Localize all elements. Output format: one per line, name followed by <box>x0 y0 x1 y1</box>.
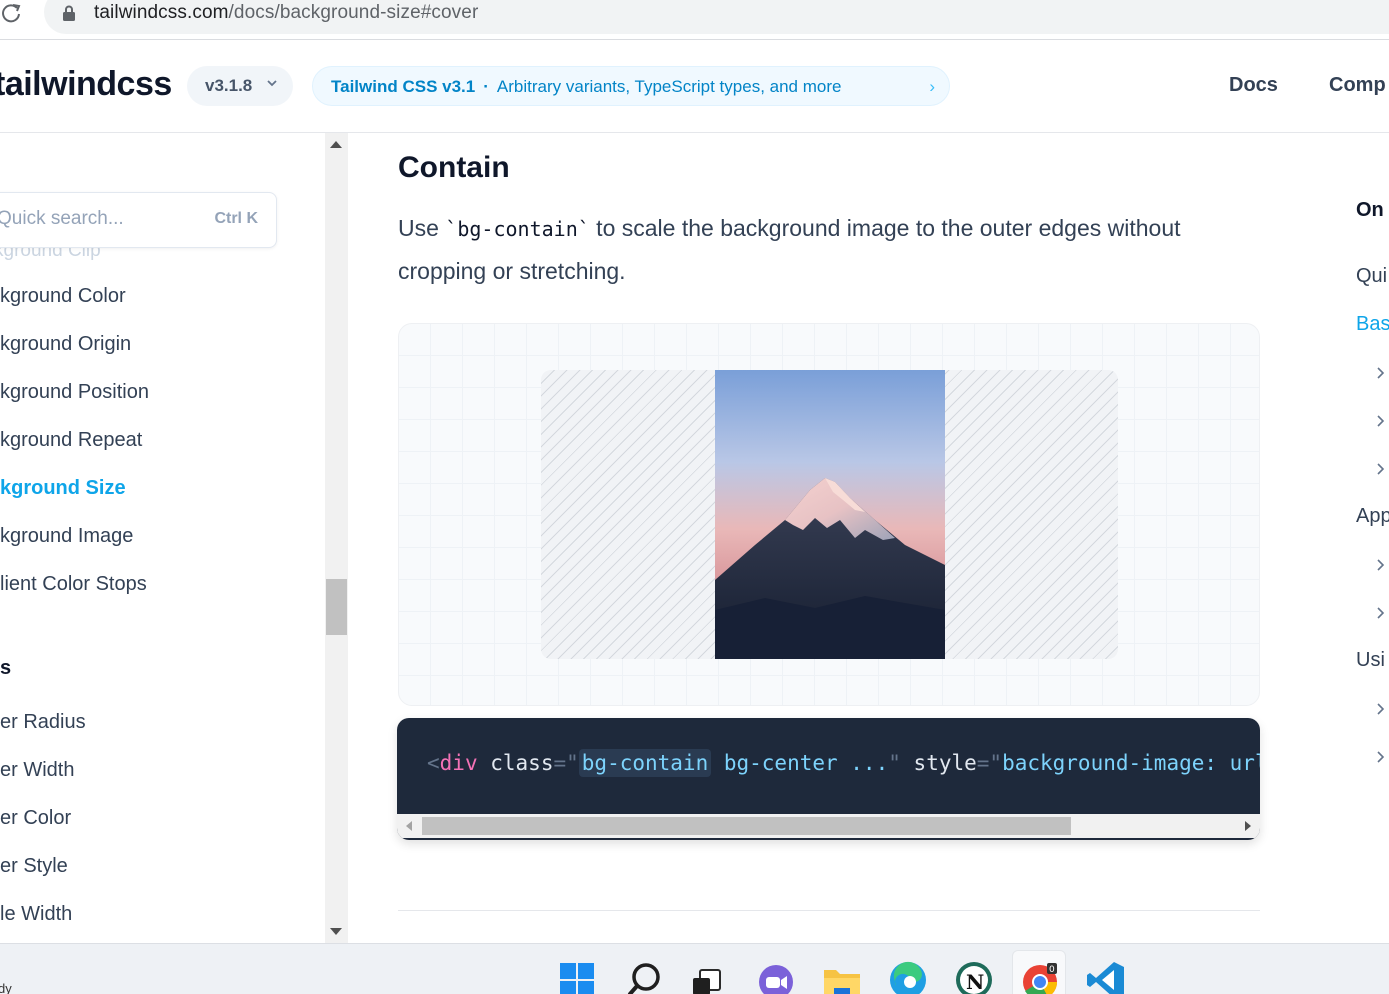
scroll-down-arrow-icon[interactable] <box>330 928 342 935</box>
lock-icon[interactable] <box>62 5 76 21</box>
code-scrollbar-thumb[interactable] <box>422 817 1071 835</box>
sidebar-section-heading: s <box>0 657 12 679</box>
teams-chat-icon[interactable] <box>756 958 796 994</box>
desc-text-before: Use <box>398 215 446 241</box>
code-line: <div class=" bg-contain bg-center ..." st… <box>427 749 1260 777</box>
code-attr-style: style <box>913 751 977 775</box>
chevron-right-icon[interactable] <box>1376 366 1386 380</box>
toc-item-using-custom-values[interactable]: Usi <box>1356 649 1385 672</box>
sidebar-item-border-color[interactable]: er Color <box>0 807 71 830</box>
chevron-right-icon[interactable] <box>1376 606 1386 620</box>
code-attr-class: class <box>490 751 554 775</box>
sidebar-item-border-style[interactable]: er Style <box>0 855 68 878</box>
code-eq: = <box>976 751 990 775</box>
toc-item-applying-conditionally[interactable]: App <box>1356 505 1389 528</box>
site-header: tailwindcss v3.1.8 Tailwind CSS v3.1 · Arb… <box>0 41 1389 133</box>
code-quote: " <box>989 751 1003 775</box>
code-eq: = <box>553 751 567 775</box>
sidebar-item-background-image[interactable]: kground Image <box>0 525 133 548</box>
url-path: /docs/background-size#cover <box>228 2 479 23</box>
browser-address-bar: tailwindcss.com/docs/background-size#cov… <box>0 0 1389 40</box>
code-horizontal-scrollbar[interactable] <box>397 814 1260 838</box>
announcement-title: Tailwind CSS v3.1 <box>331 77 476 96</box>
section-title: Contain <box>398 151 510 184</box>
sidebar-item-background-origin[interactable]: kground Origin <box>0 333 131 356</box>
section-divider <box>398 910 1260 911</box>
scrollbar-thumb[interactable] <box>326 579 347 635</box>
search-shortcut: Ctrl K <box>214 210 258 227</box>
url-text[interactable]: tailwindcss.com/docs/background-size#cov… <box>94 2 478 24</box>
code-tag: div <box>439 751 478 775</box>
announcement-separator: · <box>483 77 489 96</box>
file-explorer-icon[interactable] <box>822 958 862 994</box>
scroll-up-arrow-icon[interactable] <box>330 141 342 148</box>
section-description: Use `bg-contain` to scale the background… <box>398 207 1218 292</box>
chevron-down-icon <box>267 80 277 87</box>
sidebar-item-background-repeat[interactable]: kground Repeat <box>0 429 142 452</box>
status-text: dy <box>0 981 12 994</box>
sidebar-item-border-radius[interactable]: er Radius <box>0 711 86 734</box>
notion-icon[interactable]: N <box>954 958 994 994</box>
sidebar-item-divide-width[interactable]: le Width <box>0 903 72 926</box>
toc-item-basic-usage[interactable]: Bas <box>1356 313 1389 336</box>
chevron-right-icon[interactable] <box>1376 558 1386 572</box>
quick-search-button[interactable]: Quick search... Ctrl K <box>0 192 277 248</box>
chevron-right-icon[interactable] <box>1376 414 1386 428</box>
version-dropdown[interactable]: v3.1.8 <box>187 66 293 106</box>
desc-inline-code: `bg-contain` <box>445 217 590 241</box>
task-view-icon[interactable] <box>690 958 730 994</box>
reload-icon[interactable] <box>0 2 22 24</box>
sidebar-item-gradient-color-stops[interactable]: lient Color Stops <box>0 573 147 596</box>
search-icon[interactable] <box>625 958 665 994</box>
code-style-value: background-image: url <box>1002 751 1260 775</box>
taskbar: dy N 0 <box>0 943 1389 994</box>
mountain-illustration <box>715 370 945 659</box>
nav-docs-link[interactable]: Docs <box>1229 74 1278 97</box>
nav-components-link[interactable]: Comp <box>1329 74 1386 97</box>
code-highlight-class: bg-contain <box>578 749 712 777</box>
mountain-image <box>715 370 945 659</box>
on-this-page-nav: On Qui Bas App Usi <box>1356 133 1389 943</box>
code-class-rest: bg-center ... <box>711 751 889 775</box>
vscode-icon[interactable] <box>1086 958 1126 994</box>
code-quote: " <box>888 751 901 775</box>
logo[interactable]: tailwindcss <box>0 65 172 104</box>
url-host: tailwindcss.com <box>94 2 229 23</box>
chevron-right-icon[interactable] <box>1376 702 1386 716</box>
code-angle: < <box>427 751 440 775</box>
toc-heading: On <box>1356 199 1384 221</box>
svg-text:0: 0 <box>1049 965 1055 975</box>
sidebar-item-border-width[interactable]: er Width <box>0 759 74 782</box>
chrome-icon[interactable]: 0 <box>1020 958 1060 994</box>
announcement-banner[interactable]: Tailwind CSS v3.1 · Arbitrary variants, Ty… <box>312 66 950 106</box>
edge-icon[interactable] <box>888 958 928 994</box>
sidebar-item-background-position[interactable]: kground Position <box>0 381 149 404</box>
sidebar: kground Clip Quick search... Ctrl K kgro… <box>0 133 325 943</box>
chevron-right-icon: › <box>929 77 935 96</box>
example-preview <box>398 323 1260 706</box>
sidebar-scrollbar[interactable] <box>325 133 348 943</box>
version-label: v3.1.8 <box>205 76 253 95</box>
windows-start-icon[interactable] <box>559 958 599 994</box>
svg-text:N: N <box>966 970 984 994</box>
chevron-right-icon[interactable] <box>1376 750 1386 764</box>
scroll-right-arrow-icon[interactable] <box>1245 821 1251 831</box>
announcement-text: Arbitrary variants, TypeScript types, an… <box>496 77 842 96</box>
search-placeholder: Quick search... <box>0 208 124 229</box>
scroll-left-arrow-icon[interactable] <box>406 821 412 831</box>
sidebar-item-background-size[interactable]: kground Size <box>0 477 126 500</box>
code-quote: " <box>566 751 579 775</box>
toc-item-quick-reference[interactable]: Qui <box>1356 265 1387 288</box>
sidebar-item-background-color[interactable]: kground Color <box>0 285 126 308</box>
code-block[interactable]: <div class=" bg-contain bg-center ..." st… <box>397 718 1260 840</box>
chevron-right-icon[interactable] <box>1376 462 1386 476</box>
